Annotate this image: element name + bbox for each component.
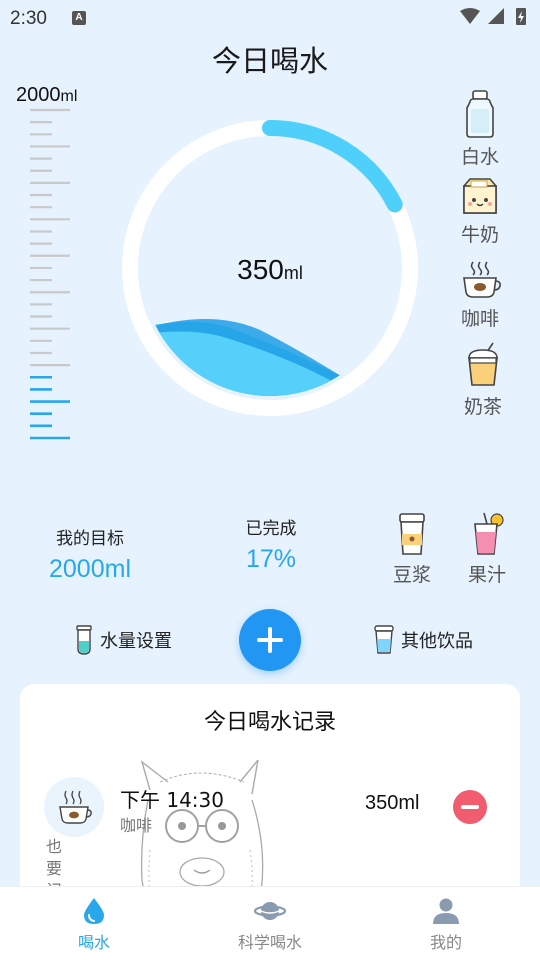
nav-label: 喝水 — [77, 933, 110, 952]
milk-tea-icon — [468, 342, 498, 386]
nav-tab-science[interactable]: 科学喝水 — [180, 887, 360, 960]
goal-stat: 我的目标 2000ml — [34, 524, 146, 584]
water-settings-label: 水量设置 — [100, 631, 172, 652]
water-level-ruler — [30, 108, 70, 440]
drink-soy-milk-button[interactable]: 豆浆 — [377, 512, 447, 587]
wifi-icon — [460, 8, 480, 24]
drink-label: 牛奶 — [460, 224, 499, 246]
planet-icon — [254, 902, 286, 920]
record-time: 下午 14:30 — [120, 788, 224, 812]
nav-label: 我的 — [429, 933, 462, 952]
record-title: 今日喝水记录 — [203, 710, 336, 735]
drink-milk-tea-button[interactable]: 奶茶 — [448, 342, 518, 419]
drink-water-button[interactable]: 白水 — [445, 90, 515, 169]
other-drinks-button[interactable]: 其他饮品 — [373, 622, 473, 658]
progress-amount: 350ml — [237, 254, 303, 285]
done-stat: 已完成 17% — [216, 514, 326, 574]
record-row: 下午 14:30 咖啡 350ml — [20, 774, 520, 840]
page-title: 今日喝水 — [211, 44, 328, 78]
done-label: 已完成 — [245, 519, 297, 539]
nav-label: 科学喝水 — [237, 933, 302, 952]
signal-icon — [488, 8, 504, 24]
bottom-nav: 喝水 科学喝水 我的 — [0, 886, 540, 960]
record-amount: 350ml — [365, 792, 420, 814]
water-settings-button[interactable]: 水量设置 — [74, 622, 172, 658]
add-drink-button[interactable] — [239, 609, 301, 671]
drink-juice-button[interactable]: 果汁 — [452, 512, 522, 587]
coffee-cup-icon — [463, 261, 501, 298]
person-icon — [433, 898, 459, 924]
nav-tab-drink[interactable]: 喝水 — [4, 887, 184, 960]
coffee-cup-icon — [59, 790, 92, 824]
drink-milk-button[interactable]: 牛奶 — [445, 176, 515, 247]
goal-value: 2000ml — [49, 555, 131, 583]
done-value: 17% — [245, 545, 297, 573]
test-tube-icon — [76, 625, 92, 655]
drink-label: 奶茶 — [463, 396, 502, 418]
goal-label: 我的目标 — [56, 529, 124, 549]
notification-icon: A — [72, 11, 86, 25]
record-drink-name: 咖啡 — [120, 816, 153, 835]
drink-coffee-button[interactable]: 咖啡 — [445, 260, 515, 331]
soy-milk-icon — [399, 513, 425, 555]
scale-max-label: 2000ml — [16, 84, 78, 106]
juice-glass-icon — [474, 512, 504, 555]
water-bottle-icon — [466, 90, 494, 138]
drink-label: 豆浆 — [392, 564, 431, 586]
water-drop-icon — [84, 898, 104, 924]
other-drinks-label: 其他饮品 — [401, 631, 473, 652]
drink-label: 白水 — [460, 146, 499, 168]
delete-record-button[interactable] — [453, 790, 487, 824]
record-drink-icon — [44, 777, 104, 837]
water-glass-icon — [374, 625, 394, 654]
drink-label: 咖啡 — [460, 308, 499, 330]
status-icons — [460, 8, 526, 25]
drink-label: 果汁 — [467, 564, 506, 586]
status-bar: 2:30 A — [0, 0, 540, 36]
nav-tab-me[interactable]: 我的 — [356, 887, 536, 960]
milk-carton-icon — [463, 178, 497, 214]
status-time: 2:30 — [10, 8, 47, 29]
